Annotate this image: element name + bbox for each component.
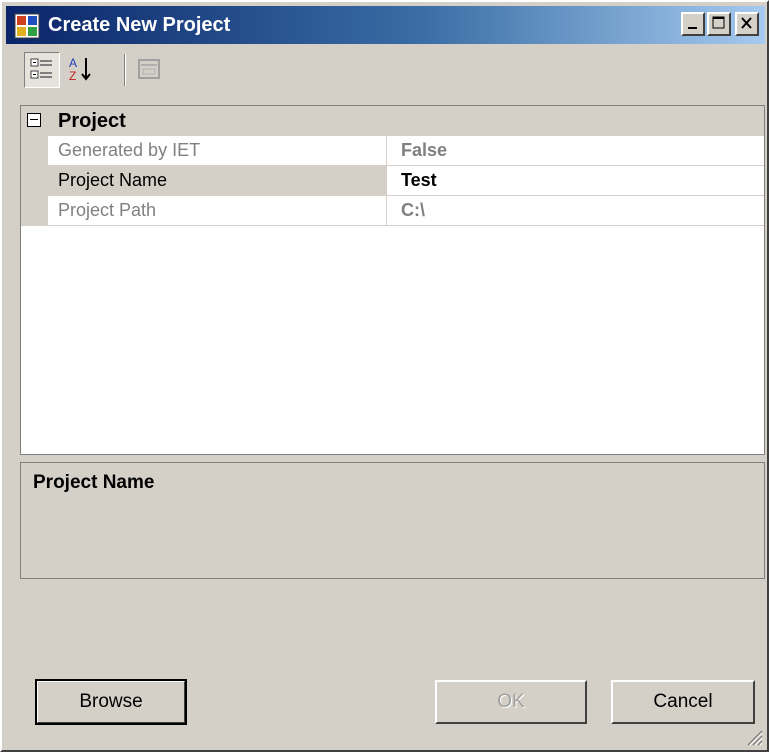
property-name: Generated by IET bbox=[48, 136, 387, 166]
description-panel: Project Name bbox=[20, 462, 765, 579]
maximize-icon bbox=[712, 16, 725, 29]
category-label: Project bbox=[58, 110, 126, 132]
property-grid-toolbar: A Z bbox=[20, 48, 765, 96]
maximize-button[interactable] bbox=[707, 12, 731, 36]
property-name: Project Path bbox=[48, 196, 387, 226]
close-button[interactable] bbox=[735, 12, 759, 36]
property-row-generated-by-iet[interactable]: Generated by IET False bbox=[21, 136, 764, 166]
categorized-button[interactable] bbox=[24, 52, 60, 88]
create-project-dialog: Create New Project A Z Project Generated… bbox=[0, 0, 769, 752]
toolbar-separator bbox=[124, 54, 126, 86]
cancel-button[interactable]: Cancel bbox=[611, 680, 755, 724]
description-title: Project Name bbox=[33, 472, 155, 493]
svg-text:A: A bbox=[69, 56, 77, 70]
svg-text:Z: Z bbox=[69, 69, 76, 83]
title-bar[interactable]: Create New Project bbox=[6, 6, 765, 44]
property-value: False bbox=[387, 136, 764, 166]
browse-button[interactable]: Browse bbox=[35, 679, 187, 725]
window-title: Create New Project bbox=[48, 14, 231, 36]
category-row[interactable]: Project bbox=[21, 106, 764, 136]
property-value-input[interactable]: Test bbox=[387, 166, 764, 196]
property-pages-icon bbox=[138, 59, 160, 79]
categorized-icon bbox=[30, 58, 52, 79]
resize-grip-icon[interactable] bbox=[743, 726, 763, 746]
property-value: C:\ bbox=[387, 196, 764, 226]
app-icon bbox=[14, 13, 40, 39]
close-icon bbox=[741, 17, 752, 29]
property-name: Project Name bbox=[48, 166, 387, 196]
property-row-project-name[interactable]: Project Name Test bbox=[21, 166, 764, 196]
collapse-icon[interactable] bbox=[27, 113, 41, 127]
property-pages-button[interactable] bbox=[132, 52, 168, 88]
property-row-project-path[interactable]: Project Path C:\ bbox=[21, 196, 764, 226]
ok-button[interactable]: OK bbox=[435, 680, 587, 724]
minimize-button[interactable] bbox=[681, 12, 705, 36]
minimize-icon bbox=[688, 27, 697, 29]
property-grid: Project Generated by IET False Project N… bbox=[20, 105, 765, 455]
alphabetical-sort-icon: A Z bbox=[69, 56, 91, 83]
alphabetical-button[interactable]: A Z bbox=[64, 52, 100, 88]
